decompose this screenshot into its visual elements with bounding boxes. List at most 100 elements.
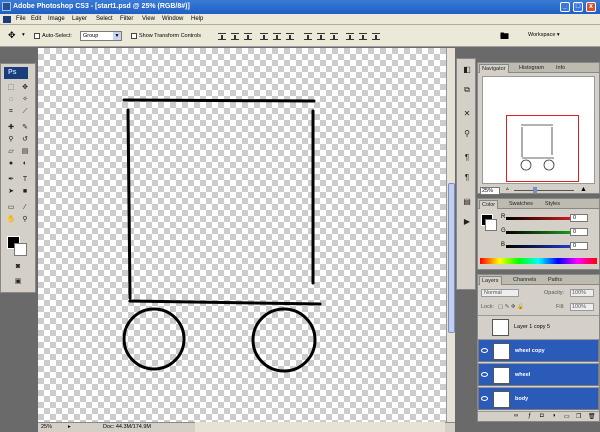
show-transform-checkbox[interactable] bbox=[131, 33, 137, 39]
minimize-button[interactable]: _ bbox=[560, 2, 570, 12]
dock-paragraph-icon[interactable]: ¶ bbox=[461, 172, 473, 184]
channel-r-value[interactable]: 0 bbox=[570, 214, 588, 222]
tab-styles[interactable]: Styles bbox=[543, 200, 562, 209]
magic-wand-tool-icon[interactable]: ✧ bbox=[20, 95, 30, 104]
auto-select-checkbox[interactable] bbox=[34, 33, 40, 39]
eye-icon[interactable] bbox=[481, 396, 488, 401]
tab-histogram[interactable]: Histogram bbox=[517, 64, 546, 73]
tab-channels[interactable]: Channels bbox=[511, 276, 538, 285]
channel-b-value[interactable]: 0 bbox=[570, 242, 588, 250]
screen-mode-icon[interactable]: ▣ bbox=[13, 277, 23, 286]
color-spectrum-ramp[interactable] bbox=[480, 258, 597, 264]
dock-history-icon[interactable]: ⧉ bbox=[461, 84, 473, 96]
marquee-tool-icon[interactable]: ⬚ bbox=[6, 83, 16, 92]
link-layers-icon[interactable]: ∞ bbox=[514, 413, 518, 419]
auto-select-dropdown[interactable]: Group ▼ bbox=[80, 31, 122, 41]
navigator-thumbnail[interactable] bbox=[482, 76, 595, 184]
dock-layer-comps-icon[interactable]: ▤ bbox=[461, 196, 473, 208]
tool-preset-arrow-icon[interactable]: ▾ bbox=[22, 32, 25, 38]
zoom-slider-track[interactable] bbox=[514, 190, 574, 191]
align-right-icon[interactable] bbox=[286, 33, 294, 40]
menu-help[interactable]: Help bbox=[191, 16, 203, 22]
vertical-scrollbar[interactable] bbox=[446, 48, 455, 422]
zoom-out-icon[interactable]: ▵ bbox=[506, 186, 509, 192]
layer-mask-icon[interactable]: ◘ bbox=[540, 413, 544, 419]
fill-field[interactable]: 100% bbox=[570, 303, 594, 311]
align-hcenter-icon[interactable] bbox=[273, 33, 281, 40]
lock-icons[interactable]: ▢ ✎ ✥ 🔒 bbox=[498, 304, 524, 310]
brush-tool-icon[interactable]: ✎ bbox=[20, 123, 30, 132]
layer-row[interactable]: wheel copy bbox=[478, 339, 599, 362]
layer-row[interactable]: wheel bbox=[478, 363, 599, 386]
channel-b-slider[interactable] bbox=[506, 245, 574, 248]
align-left-icon[interactable] bbox=[260, 33, 268, 40]
tab-info[interactable]: Info bbox=[554, 64, 567, 73]
align-top-icon[interactable] bbox=[218, 33, 226, 40]
distribute-left-icon[interactable] bbox=[346, 33, 354, 40]
layer-name[interactable]: body bbox=[515, 396, 528, 402]
menu-file[interactable]: File bbox=[16, 16, 26, 22]
new-group-icon[interactable]: ▭ bbox=[564, 413, 570, 420]
move-tool-icon[interactable]: ✥ bbox=[8, 30, 16, 41]
file-browser-icon[interactable]: 🖿 bbox=[500, 29, 509, 45]
layer-style-icon[interactable]: ƒ bbox=[528, 413, 531, 419]
crop-tool-icon[interactable]: ⌗ bbox=[6, 107, 16, 116]
dodge-tool-icon[interactable]: ◐ bbox=[20, 159, 30, 168]
menu-layer[interactable]: Layer bbox=[72, 16, 87, 22]
layer-name[interactable]: wheel bbox=[515, 372, 530, 378]
menu-image[interactable]: Image bbox=[48, 16, 65, 22]
zoom-in-icon[interactable]: ▲ bbox=[580, 186, 587, 193]
new-layer-icon[interactable]: ❐ bbox=[576, 413, 581, 420]
shape-tool-icon[interactable]: ■ bbox=[20, 187, 30, 196]
channel-r-slider[interactable] bbox=[506, 217, 574, 220]
dock-tool-presets-icon[interactable]: ✕ bbox=[461, 108, 473, 120]
channel-g-slider[interactable] bbox=[506, 231, 574, 234]
horizontal-scrollbar[interactable] bbox=[195, 422, 445, 432]
blur-tool-icon[interactable]: ● bbox=[6, 159, 16, 168]
navigator-view-box[interactable] bbox=[506, 115, 579, 182]
dock-actions-icon[interactable]: ▶ bbox=[461, 216, 473, 228]
distribute-right-icon[interactable] bbox=[372, 33, 380, 40]
eye-icon[interactable] bbox=[481, 348, 488, 353]
menu-select[interactable]: Select bbox=[96, 16, 113, 22]
align-vcenter-icon[interactable] bbox=[231, 33, 239, 40]
layer-name[interactable]: Layer 1 copy 5 bbox=[514, 324, 550, 330]
close-button[interactable]: x bbox=[586, 2, 596, 12]
zoom-slider-thumb[interactable] bbox=[533, 187, 537, 193]
eye-icon[interactable] bbox=[481, 372, 488, 377]
menu-edit[interactable]: Edit bbox=[31, 16, 41, 22]
menu-view[interactable]: View bbox=[142, 16, 155, 22]
distribute-vcenter-icon[interactable] bbox=[317, 33, 325, 40]
pen-tool-icon[interactable]: ✒ bbox=[6, 175, 16, 184]
align-bottom-icon[interactable] bbox=[244, 33, 252, 40]
layer-row[interactable]: Layer 1 copy 5 bbox=[478, 315, 599, 338]
color-background-swatch[interactable] bbox=[485, 219, 497, 231]
layer-name[interactable]: wheel copy bbox=[515, 348, 545, 354]
path-selection-tool-icon[interactable]: ➤ bbox=[6, 187, 16, 196]
slice-tool-icon[interactable]: ⟋ bbox=[20, 107, 30, 116]
document-canvas[interactable] bbox=[38, 48, 446, 422]
distribute-top-icon[interactable] bbox=[304, 33, 312, 40]
ps-menu-icon[interactable] bbox=[3, 16, 11, 23]
zoom-tool-icon[interactable]: ⚲ bbox=[20, 215, 30, 224]
gradient-tool-icon[interactable]: ▤ bbox=[20, 147, 30, 156]
dock-info-icon[interactable]: ¶ bbox=[461, 152, 473, 164]
type-tool-icon[interactable]: T bbox=[20, 175, 30, 184]
clone-stamp-tool-icon[interactable]: ⚲ bbox=[6, 135, 16, 144]
quick-mask-icon[interactable]: ◙ bbox=[13, 262, 23, 271]
trash-icon[interactable]: 🗑 bbox=[588, 413, 596, 420]
tab-swatches[interactable]: Swatches bbox=[507, 200, 535, 209]
dock-clone-source-icon[interactable]: ⚲ bbox=[461, 128, 473, 140]
layer-row[interactable]: body bbox=[478, 387, 599, 410]
blend-mode-dropdown[interactable]: Normal bbox=[481, 289, 519, 297]
tab-layers[interactable]: Layers bbox=[479, 276, 502, 285]
opacity-field[interactable]: 100% bbox=[570, 289, 594, 297]
menu-filter[interactable]: Filter bbox=[120, 16, 133, 22]
history-brush-tool-icon[interactable]: ↺ bbox=[20, 135, 30, 144]
status-menu-icon[interactable]: ▸ bbox=[68, 424, 71, 430]
zoom-level[interactable]: 25% bbox=[41, 424, 52, 430]
eyedropper-tool-icon[interactable]: ⁄ bbox=[20, 203, 30, 212]
restore-button[interactable]: □ bbox=[573, 2, 583, 12]
notes-tool-icon[interactable]: ▭ bbox=[6, 203, 16, 212]
channel-g-value[interactable]: 0 bbox=[570, 228, 588, 236]
